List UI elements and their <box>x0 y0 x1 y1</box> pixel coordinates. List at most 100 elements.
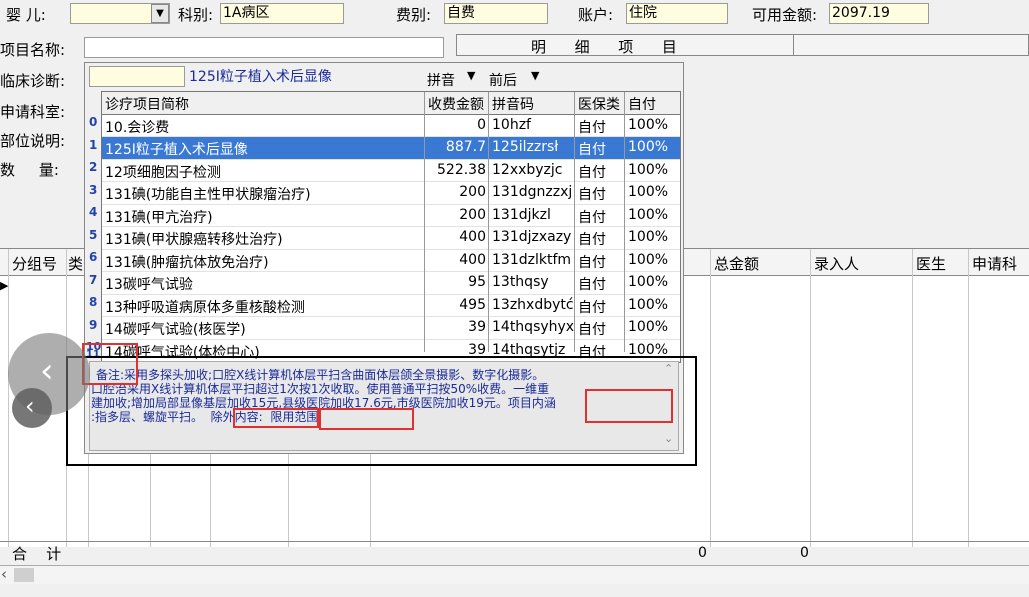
item-ins-cell: 自付 <box>578 232 606 248</box>
infant-dropdown-chevron-down-icon[interactable]: ▼ <box>151 4 169 23</box>
item-table-row[interactable]: 14碳呼气试验(核医学) 39 14thqsyhyx 自付 100% <box>102 317 680 340</box>
item-table-row[interactable]: 13碳呼气试验 95 13thqsy 自付 100% <box>102 272 680 295</box>
item-ins-cell: 自付 <box>578 119 606 136</box>
item-code-cell: 13zhxdbytć <box>492 296 574 313</box>
item-pay-cell: 100% <box>628 139 669 155</box>
annotation-red-box-remark <box>82 343 138 385</box>
row-number: 7 <box>89 272 98 287</box>
scroll-left-icon[interactable]: ‹ <box>1 565 7 583</box>
item-ins-cell: 自付 <box>578 277 606 293</box>
grid-col-line <box>8 249 9 547</box>
row-number: 5 <box>89 227 98 242</box>
row-number: 3 <box>89 182 98 197</box>
annotation-red-box-exclusion <box>233 408 319 428</box>
item-name-cell: 10.会诊费 <box>105 119 170 136</box>
item-table-row[interactable]: 131碘(肿瘤抗体放免治疗) 400 131dzlktfm 自付 100% <box>102 250 680 272</box>
grid-header-apply-dept[interactable]: 申请科 <box>972 253 1017 274</box>
detail-header-title: 明 细 项 目 <box>531 38 677 56</box>
item-name-cell: 131碘(肿瘤抗体放免治疗) <box>105 254 269 271</box>
col-line <box>488 92 489 352</box>
row-number: 2 <box>89 160 98 174</box>
col-line <box>424 92 425 352</box>
floating-back-button-small[interactable]: ‹ <box>12 388 52 428</box>
item-table-row[interactable]: 10.会诊费 0 10hzf 自付 100% <box>102 115 680 137</box>
grid-total-row <box>0 541 1029 542</box>
item-ins-cell: 自付 <box>578 142 606 158</box>
col-pay-header[interactable]: 自付 <box>628 94 656 114</box>
item-table-row[interactable]: 13种呼吸道病原体多重核酸检测 495 13zhxdbytć 自付 100% <box>102 295 680 317</box>
item-code-cell: 14thqsyhyx <box>492 319 575 335</box>
fee-type-label: 费别: <box>396 6 432 24</box>
item-pay-cell: 100% <box>628 319 669 335</box>
item-pay-cell: 100% <box>628 251 669 268</box>
account-label: 账户: <box>578 6 614 24</box>
col-ins-header[interactable]: 医保类 <box>578 94 620 114</box>
item-pay-cell: 100% <box>628 184 669 200</box>
order-dropdown-chevron-down-icon[interactable]: ▼ <box>531 69 539 82</box>
col-code-header[interactable]: 拼音码 <box>492 94 534 114</box>
item-amount-cell: 522.38 <box>437 161 486 178</box>
scroll-thumb[interactable] <box>14 568 34 582</box>
row-number-gutter <box>88 91 102 351</box>
item-code-cell: 131dgnzzxj <box>492 184 573 200</box>
item-table-row[interactable]: 125I粒子植入术后显像 887.7 125ilzzrsł 自付 100% <box>102 137 680 160</box>
detail-panel-header: 明 细 项 目 <box>456 34 1029 56</box>
grid-header-total[interactable]: 总金额 <box>714 253 759 274</box>
detail-header-divider <box>793 35 794 55</box>
back-chevron-left-icon: ‹ <box>40 351 54 391</box>
grid-col-line <box>968 249 969 547</box>
item-code-cell: 13thqsy <box>492 274 549 290</box>
item-code-cell: 125ilzzrsł <box>492 139 559 155</box>
item-ins-cell: 自付 <box>578 187 606 203</box>
row-number: 8 <box>89 295 98 309</box>
item-table-row[interactable]: 131碘(甲亢治疗) 200 131djkzl 自付 100% <box>102 205 680 227</box>
item-pay-cell: 100% <box>628 274 669 290</box>
grid-col-line <box>710 249 711 547</box>
item-name-cell: 13碳呼气试验 <box>105 277 193 293</box>
apply-dept-label: 申请科室: <box>0 103 66 121</box>
item-table-header: 诊疗项目简称 收费金额 拼音码 医保类 自付 <box>102 92 680 115</box>
grid-col-line <box>810 249 811 547</box>
annotation-red-box-content <box>585 389 673 423</box>
row-number: 0 <box>89 115 98 129</box>
popup-search-input[interactable] <box>89 66 185 87</box>
item-table-row[interactable]: 12项细胞因子检测 522.38 12xxbyzjc 自付 100% <box>102 160 680 182</box>
item-amount-cell: 39 <box>468 319 486 335</box>
item-table-row[interactable]: 131碘(甲状腺癌转移灶治疗) 400 131djzxazy 自付 100% <box>102 227 680 250</box>
grid-header-doctor[interactable]: 医生 <box>916 253 946 274</box>
account-field[interactable]: 住院 <box>626 3 728 24</box>
grid-header-type[interactable]: 类 <box>68 253 83 274</box>
item-amount-cell: 200 <box>459 206 486 223</box>
row-number: 9 <box>89 317 98 332</box>
grid-header-entered-by[interactable]: 录入人 <box>814 253 859 274</box>
grid-total-amount: 0 <box>698 545 707 561</box>
quantity-label: 数 量: <box>0 161 59 179</box>
dept-field[interactable]: 1A病区 <box>220 3 344 24</box>
item-code-cell: 131djzxazy <box>492 229 572 245</box>
pinyin-dropdown-chevron-down-icon[interactable]: ▼ <box>467 69 475 82</box>
item-amount-cell: 200 <box>459 184 486 200</box>
item-name-cell: 131碘(甲亢治疗) <box>105 209 213 226</box>
item-code-cell: 10hzf <box>492 116 531 133</box>
item-table[interactable]: 诊疗项目简称 收费金额 拼音码 医保类 自付 10.会诊费 0 10hzf 自付 100… <box>101 91 681 363</box>
col-name-header[interactable]: 诊疗项目简称 <box>105 94 189 114</box>
item-name-input[interactable] <box>84 37 444 58</box>
item-code-cell: 131dzlktfm <box>492 251 572 268</box>
item-code-cell: 12xxbyzjc <box>492 161 563 178</box>
item-pay-cell: 100% <box>628 296 669 313</box>
item-pay-cell: 100% <box>628 161 669 178</box>
item-ins-cell: 自付 <box>578 209 606 226</box>
fee-type-field[interactable]: 自费 <box>444 3 548 24</box>
item-table-row[interactable]: 131碘(功能自主性甲状腺瘤治疗) 200 131dgnzzxj 自付 100% <box>102 182 680 205</box>
item-pay-cell: 100% <box>628 229 669 245</box>
pinyin-sort-label[interactable]: 拼音 <box>427 70 455 90</box>
order-sort-label[interactable]: 前后 <box>489 70 517 90</box>
popup-selected-name: 125I粒子植入术后显像 <box>189 69 332 85</box>
grid-header-group[interactable]: 分组号 <box>12 253 57 274</box>
row-number: 6 <box>89 250 98 264</box>
item-pay-cell: 100% <box>628 206 669 223</box>
item-amount-cell: 0 <box>477 116 486 133</box>
col-amount-header[interactable]: 收费金额 <box>428 94 484 114</box>
grid-total-count: 0 <box>800 545 809 561</box>
horizontal-scrollbar[interactable]: ‹ <box>0 565 1029 584</box>
